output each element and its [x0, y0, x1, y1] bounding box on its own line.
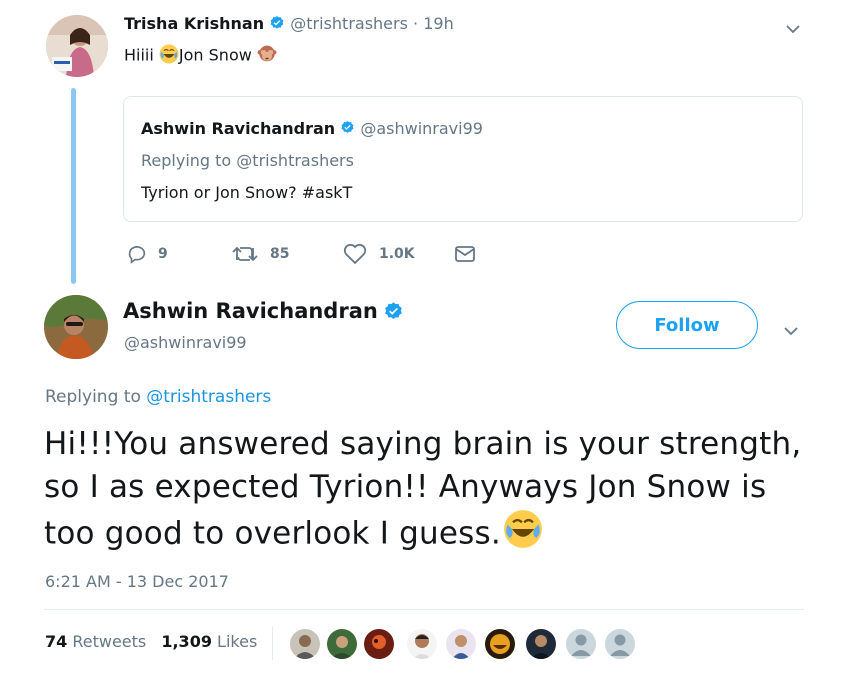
main-replying-handle[interactable]: @trishtrashers [146, 387, 271, 407]
liker-avatar[interactable] [603, 627, 637, 661]
like-button[interactable]: 1.0K [343, 243, 415, 265]
verified-icon [340, 120, 355, 139]
stats-separator [272, 626, 273, 660]
quoted-author-name: Ashwin Ravichandran [141, 119, 336, 138]
retweet-icon [232, 246, 258, 262]
quoted-author-handle: @ashwinravi99 [360, 119, 483, 138]
liker-avatar[interactable] [444, 627, 478, 661]
retweet-button[interactable]: 85 [232, 243, 289, 265]
chevron-down-icon[interactable] [785, 20, 801, 34]
main-author-name-row: Ashwin Ravichandran [123, 299, 404, 326]
like-icon [343, 243, 367, 265]
main-author-name[interactable]: Ashwin Ravichandran [123, 299, 378, 323]
parent-text-after: Jon Snow [178, 45, 257, 65]
see-no-evil-emoji [257, 44, 277, 68]
main-replying-prefix: Replying to [45, 387, 147, 407]
reply-button[interactable]: 9 [126, 243, 168, 265]
ashwin-avatar[interactable] [44, 295, 108, 359]
quoted-tweet-text: Tyrion or Jon Snow? #askT [141, 183, 353, 202]
liker-avatar[interactable] [564, 627, 598, 661]
dm-icon [455, 246, 475, 262]
liker-avatar[interactable] [288, 627, 322, 661]
follow-button[interactable]: Follow [616, 301, 758, 349]
tweet-stats: 74 Retweets 1,309 Likes [45, 632, 257, 651]
retweet-count: 85 [270, 246, 290, 262]
thread-line [71, 88, 76, 284]
verified-icon [383, 301, 404, 326]
parent-author-name[interactable]: Trisha Krishnan [124, 14, 264, 33]
liker-avatar[interactable] [524, 627, 558, 661]
quoted-tweet-header: Ashwin Ravichandran @ashwinravi99 [141, 119, 483, 139]
likes-stat[interactable]: 1,309 Likes [161, 632, 257, 651]
parent-tweet-header: Trisha Krishnan @trishtrashers · 19h [124, 14, 454, 35]
quoted-replying-to: Replying to @trishtrashers [141, 151, 354, 170]
parent-tweet-time[interactable]: · 19h [413, 14, 454, 33]
main-tweet-text-block: Hi!!!You answered saying brain is your s… [44, 423, 804, 561]
chevron-down-icon[interactable] [783, 322, 799, 336]
parent-tweet-text: Hiiii Jon Snow [124, 44, 277, 68]
liker-avatar[interactable] [405, 627, 439, 661]
quoted-replying-prefix: Replying to [141, 151, 237, 170]
dm-button[interactable] [454, 244, 476, 268]
liker-avatar[interactable] [325, 627, 359, 661]
main-author-handle[interactable]: @ashwinravi99 [124, 333, 247, 352]
reply-icon [128, 246, 146, 264]
retweets-stat[interactable]: 74 Retweets [45, 632, 151, 651]
verified-icon [269, 15, 285, 35]
quoted-tweet-card[interactable]: Ashwin Ravichandran @ashwinravi99 Replyi… [123, 96, 803, 222]
liker-avatar[interactable] [483, 627, 517, 661]
likes-count: 1,309 [161, 632, 212, 651]
like-count: 1.0K [379, 246, 415, 262]
retweets-label: Retweets [67, 632, 147, 651]
main-tweet-timestamp[interactable]: 6:21 AM - 13 Dec 2017 [45, 572, 229, 591]
main-replying-to: Replying to @trishtrashers [45, 387, 271, 407]
laughing-emoji [503, 509, 543, 561]
stats-divider [44, 609, 804, 610]
reply-count: 9 [158, 246, 168, 262]
parent-action-bar: 9 85 1.0K [126, 243, 486, 267]
liker-avatar[interactable] [362, 627, 396, 661]
quoted-replying-handle: @trishtrashers [236, 151, 354, 170]
likes-label: Likes [211, 632, 258, 651]
parent-text-before: Hiiii [124, 45, 159, 65]
trisha-avatar[interactable] [46, 15, 108, 77]
main-tweet-text: Hi!!!You answered saying brain is your s… [44, 426, 802, 552]
retweets-count: 74 [45, 632, 68, 651]
laughing-emoji [159, 44, 179, 68]
parent-author-handle[interactable]: @trishtrashers [290, 14, 408, 33]
